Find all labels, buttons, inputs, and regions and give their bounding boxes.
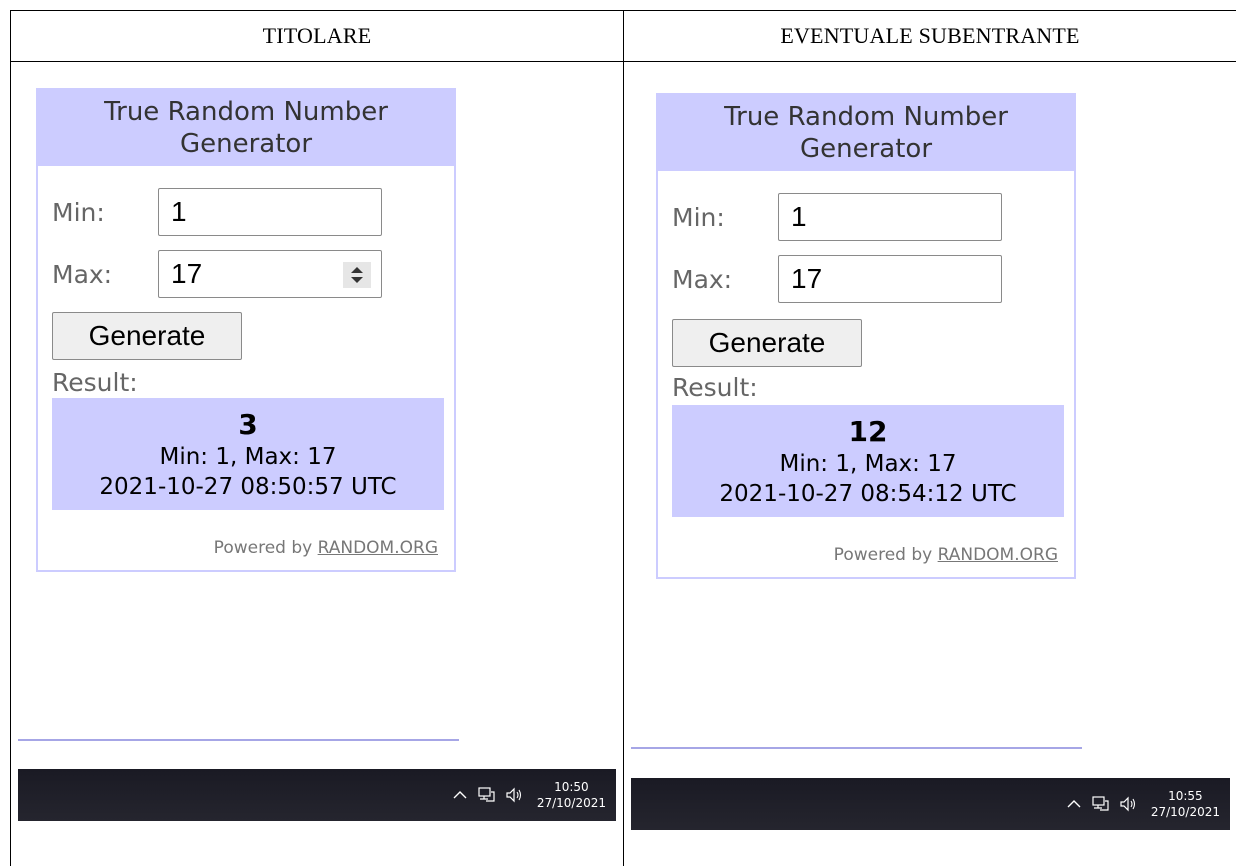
result-range: Min: 1, Max: 17 bbox=[159, 444, 337, 470]
spinner-icon[interactable] bbox=[343, 262, 371, 288]
generate-button[interactable]: Generate bbox=[672, 319, 862, 367]
table-border-left bbox=[10, 10, 11, 866]
column-header-subentrante: EVENTUALE SUBENTRANTE bbox=[780, 23, 1080, 48]
clock-date: 27/10/2021 bbox=[1150, 805, 1220, 819]
random-number-widget: True Random Number Generator Min: 1 Max:… bbox=[656, 93, 1076, 579]
min-row: Min: 1 bbox=[52, 188, 382, 236]
max-row: Max: 17 bbox=[672, 255, 1002, 303]
max-label: Max: bbox=[672, 264, 733, 294]
random-org-link[interactable]: RANDOM.ORG bbox=[318, 538, 438, 558]
system-tray: 10:55 27/10/2021 bbox=[1067, 778, 1220, 830]
result-number: 3 bbox=[238, 408, 258, 441]
max-value: 17 bbox=[791, 263, 823, 294]
taskbar: 10:55 27/10/2021 bbox=[631, 778, 1230, 830]
min-label: Min: bbox=[672, 202, 725, 232]
result-box: 12 Min: 1, Max: 17 2021-10-27 08:54:12 U… bbox=[672, 405, 1064, 517]
result-timestamp: 2021-10-27 08:54:12 UTC bbox=[719, 481, 1017, 507]
min-value: 1 bbox=[171, 196, 187, 227]
clock-time: 10:50 bbox=[554, 780, 589, 794]
taskbar-clock[interactable]: 10:50 27/10/2021 bbox=[537, 779, 606, 811]
table-column-divider bbox=[623, 10, 624, 866]
network-icon[interactable] bbox=[477, 787, 495, 803]
result-label: Result: bbox=[672, 373, 758, 402]
min-row: Min: 1 bbox=[672, 193, 1002, 241]
clock-time: 10:55 bbox=[1168, 789, 1203, 803]
divider-line bbox=[631, 747, 1082, 749]
widget-title: True Random Number Generator bbox=[38, 90, 454, 166]
powered-by: Powered by RANDOM.ORG bbox=[214, 538, 438, 558]
result-range: Min: 1, Max: 17 bbox=[779, 451, 957, 477]
system-tray: 10:50 27/10/2021 bbox=[453, 769, 606, 821]
max-label: Max: bbox=[52, 259, 113, 289]
powered-by: Powered by RANDOM.ORG bbox=[834, 545, 1058, 565]
max-row: Max: 17 bbox=[52, 250, 382, 298]
max-input[interactable]: 17 bbox=[158, 250, 382, 298]
min-value: 1 bbox=[791, 201, 807, 232]
result-label: Result: bbox=[52, 368, 138, 397]
speaker-icon[interactable] bbox=[505, 787, 525, 803]
clock-date: 27/10/2021 bbox=[536, 796, 606, 810]
widget-title: True Random Number Generator bbox=[658, 95, 1074, 171]
result-timestamp: 2021-10-27 08:50:57 UTC bbox=[99, 474, 397, 500]
taskbar-clock[interactable]: 10:55 27/10/2021 bbox=[1151, 788, 1220, 820]
result-box: 3 Min: 1, Max: 17 2021-10-27 08:50:57 UT… bbox=[52, 398, 444, 510]
powered-by-text: Powered by bbox=[213, 538, 313, 558]
speaker-icon[interactable] bbox=[1119, 796, 1139, 812]
taskbar: 10:50 27/10/2021 bbox=[18, 769, 616, 821]
min-input[interactable]: 1 bbox=[158, 188, 382, 236]
result-number: 12 bbox=[848, 415, 888, 448]
random-number-widget: True Random Number Generator Min: 1 Max:… bbox=[36, 88, 456, 572]
network-icon[interactable] bbox=[1091, 796, 1109, 812]
column-header-titolare: TITOLARE bbox=[262, 23, 372, 48]
max-input[interactable]: 17 bbox=[778, 255, 1002, 303]
random-org-link[interactable]: RANDOM.ORG bbox=[938, 545, 1058, 565]
min-input[interactable]: 1 bbox=[778, 193, 1002, 241]
powered-by-text: Powered by bbox=[833, 545, 933, 565]
chevron-up-icon[interactable] bbox=[1067, 799, 1081, 809]
divider-line bbox=[18, 739, 459, 741]
min-label: Min: bbox=[52, 197, 105, 227]
generate-button[interactable]: Generate bbox=[52, 312, 242, 360]
chevron-up-icon[interactable] bbox=[453, 790, 467, 800]
max-value: 17 bbox=[171, 258, 203, 289]
